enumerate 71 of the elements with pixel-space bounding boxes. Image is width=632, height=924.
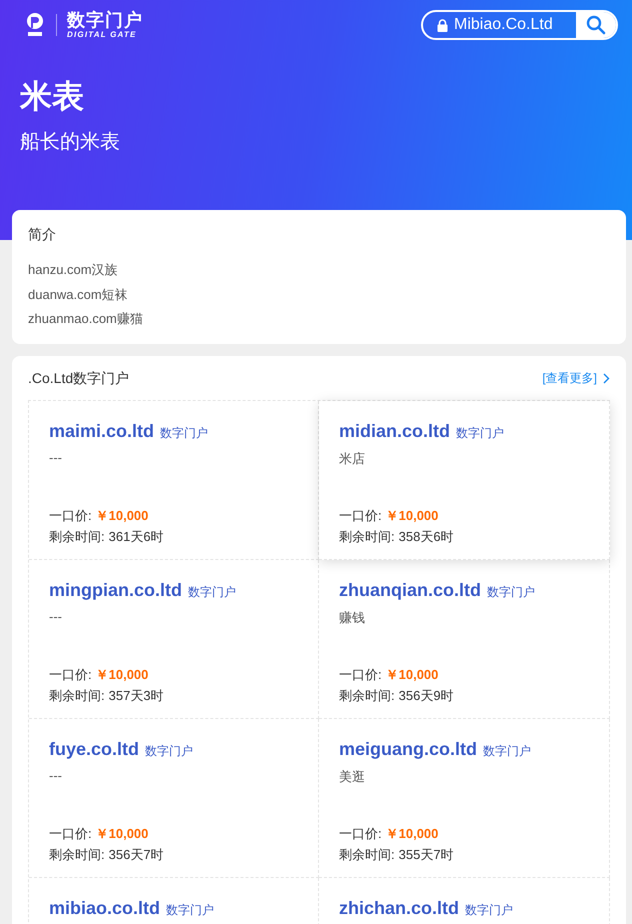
page-subtitle: 船长的米表 <box>20 130 121 155</box>
domain-name: meiguang.co.ltd <box>339 738 478 760</box>
domain-card[interactable]: maimi.co.ltd 数字门户 --- 一口价: ￥10,000 剩余时间: 361天6时 <box>29 400 319 560</box>
domain-card[interactable]: mingpian.co.ltd 数字门户 --- 一口价: ￥10,000 剩余时间: 357天3时 <box>29 560 319 718</box>
domain-name: mibiao.co.ltd <box>49 898 160 918</box>
domain-description: 赚钱 <box>339 608 366 626</box>
search-input[interactable]: Mibiao.Co.Ltd <box>454 16 570 34</box>
search-icon <box>586 15 606 35</box>
category-tag: 数字门户 <box>483 742 532 760</box>
price-label: 一口价: <box>339 506 382 524</box>
domain-description: 美逛 <box>339 768 366 786</box>
price-label: 一口价: <box>339 666 382 684</box>
domain-name: zhichan.co.ltd <box>339 898 460 918</box>
category-tag: 数字门户 <box>145 742 194 760</box>
price-value: ￥10,000 <box>386 506 438 524</box>
domain-description: --- <box>49 608 63 624</box>
time-remaining: 356天7时 <box>108 846 164 864</box>
price-value: ￥10,000 <box>96 824 148 842</box>
lock-icon <box>437 18 448 32</box>
time-remaining: 356天9时 <box>398 686 454 704</box>
price-value: ￥10,000 <box>386 824 438 842</box>
listing-title: .Co.Ltd数字门户 <box>28 370 130 388</box>
time-label: 剩余时间: <box>49 686 105 704</box>
price-label: 一口价: <box>49 506 92 524</box>
category-tag: 数字门户 <box>487 584 535 600</box>
domain-name: fuye.co.ltd <box>49 738 140 760</box>
category-tag: 数字门户 <box>465 902 514 918</box>
logo-subtitle: DIGITAL GATE <box>67 31 138 39</box>
category-tag: 数字门户 <box>160 424 208 442</box>
domain-card[interactable]: meiguang.co.ltd 数字门户 美逛 一口价: ￥10,000 剩余时间: 355天7时 <box>319 718 610 878</box>
domain-description: --- <box>49 450 63 464</box>
domain-name: maimi.co.ltd <box>49 420 154 442</box>
category-tag: 数字门户 <box>188 584 236 600</box>
time-label: 剩余时间: <box>49 528 105 546</box>
domain-card[interactable]: fuye.co.ltd 数字门户 --- 一口价: ￥10,000 剩余时间: 356天7时 <box>29 718 319 878</box>
intro-line: zhuanmao.com赚猫 <box>28 310 144 328</box>
search-button[interactable] <box>576 12 616 38</box>
domain-description: 米店 <box>339 450 366 468</box>
price-value: ￥10,000 <box>96 506 148 524</box>
domain-card[interactable]: zhichan.co.ltd 数字门户 <box>319 878 610 924</box>
price-value: ￥10,000 <box>96 666 148 684</box>
time-label: 剩余时间: <box>339 686 395 704</box>
page-title: 米表 <box>20 77 85 116</box>
time-remaining: 361天6时 <box>108 528 164 546</box>
search-field[interactable]: Mibiao.Co.Ltd <box>421 10 618 40</box>
price-value: ￥10,000 <box>386 666 438 684</box>
intro-title: 简介 <box>28 226 57 244</box>
time-remaining: 357天3时 <box>108 686 164 704</box>
domain-card[interactable]: mibiao.co.ltd 数字门户 <box>29 878 319 924</box>
domain-name: zhuanqian.co.ltd <box>339 580 481 600</box>
domain-card[interactable]: midian.co.ltd 数字门户 米店 一口价: ￥10,000 剩余时间: 358天6时 <box>319 400 610 560</box>
more-link[interactable]: [查看更多] <box>542 370 610 387</box>
logo-icon <box>24 12 46 38</box>
category-tag: 数字门户 <box>456 424 504 442</box>
domain-name: mingpian.co.ltd <box>49 580 182 600</box>
time-label: 剩余时间: <box>339 528 395 546</box>
price-label: 一口价: <box>339 824 382 842</box>
time-remaining: 358天6时 <box>398 528 454 546</box>
domain-card[interactable]: zhuanqian.co.ltd 数字门户 赚钱 一口价: ￥10,000 剩余时间: 356天9时 <box>319 560 610 718</box>
price-label: 一口价: <box>49 824 92 842</box>
domain-description: --- <box>49 768 63 782</box>
domain-name: midian.co.ltd <box>339 420 450 442</box>
logo-title: 数字门户 <box>67 11 143 29</box>
time-label: 剩余时间: <box>339 846 395 864</box>
price-label: 一口价: <box>49 666 92 684</box>
intro-line: hanzu.com汉族 <box>28 261 119 279</box>
category-tag: 数字门户 <box>166 902 214 918</box>
time-remaining: 355天7时 <box>398 846 454 864</box>
time-label: 剩余时间: <box>49 846 105 864</box>
chevron-right-icon <box>603 373 610 384</box>
intro-line: duanwa.com短袜 <box>28 286 129 304</box>
